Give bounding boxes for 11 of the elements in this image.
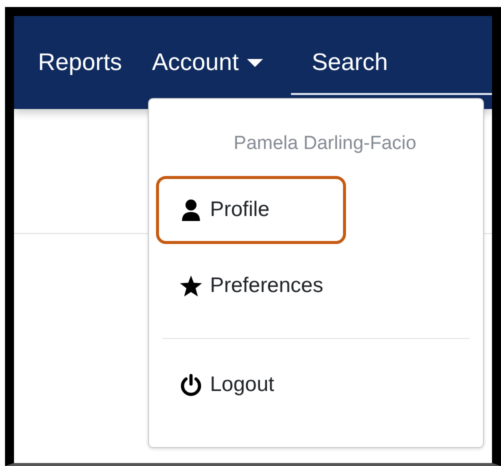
nav-link[interactable]: Reports — [38, 48, 122, 76]
power-icon — [180, 374, 202, 396]
menu-item[interactable]: Profile — [156, 176, 346, 244]
user-icon — [180, 199, 202, 221]
menu-item[interactable]: Logout — [156, 351, 346, 419]
caret-icon — [246, 58, 263, 66]
user-name: Pamela Darling-Facio — [232, 132, 418, 156]
account-dropdown[interactable]: Account — [152, 48, 263, 76]
star-icon — [180, 275, 202, 297]
search-field[interactable]: Search — [290, 45, 492, 95]
menu-item[interactable]: Preferences — [156, 252, 346, 320]
